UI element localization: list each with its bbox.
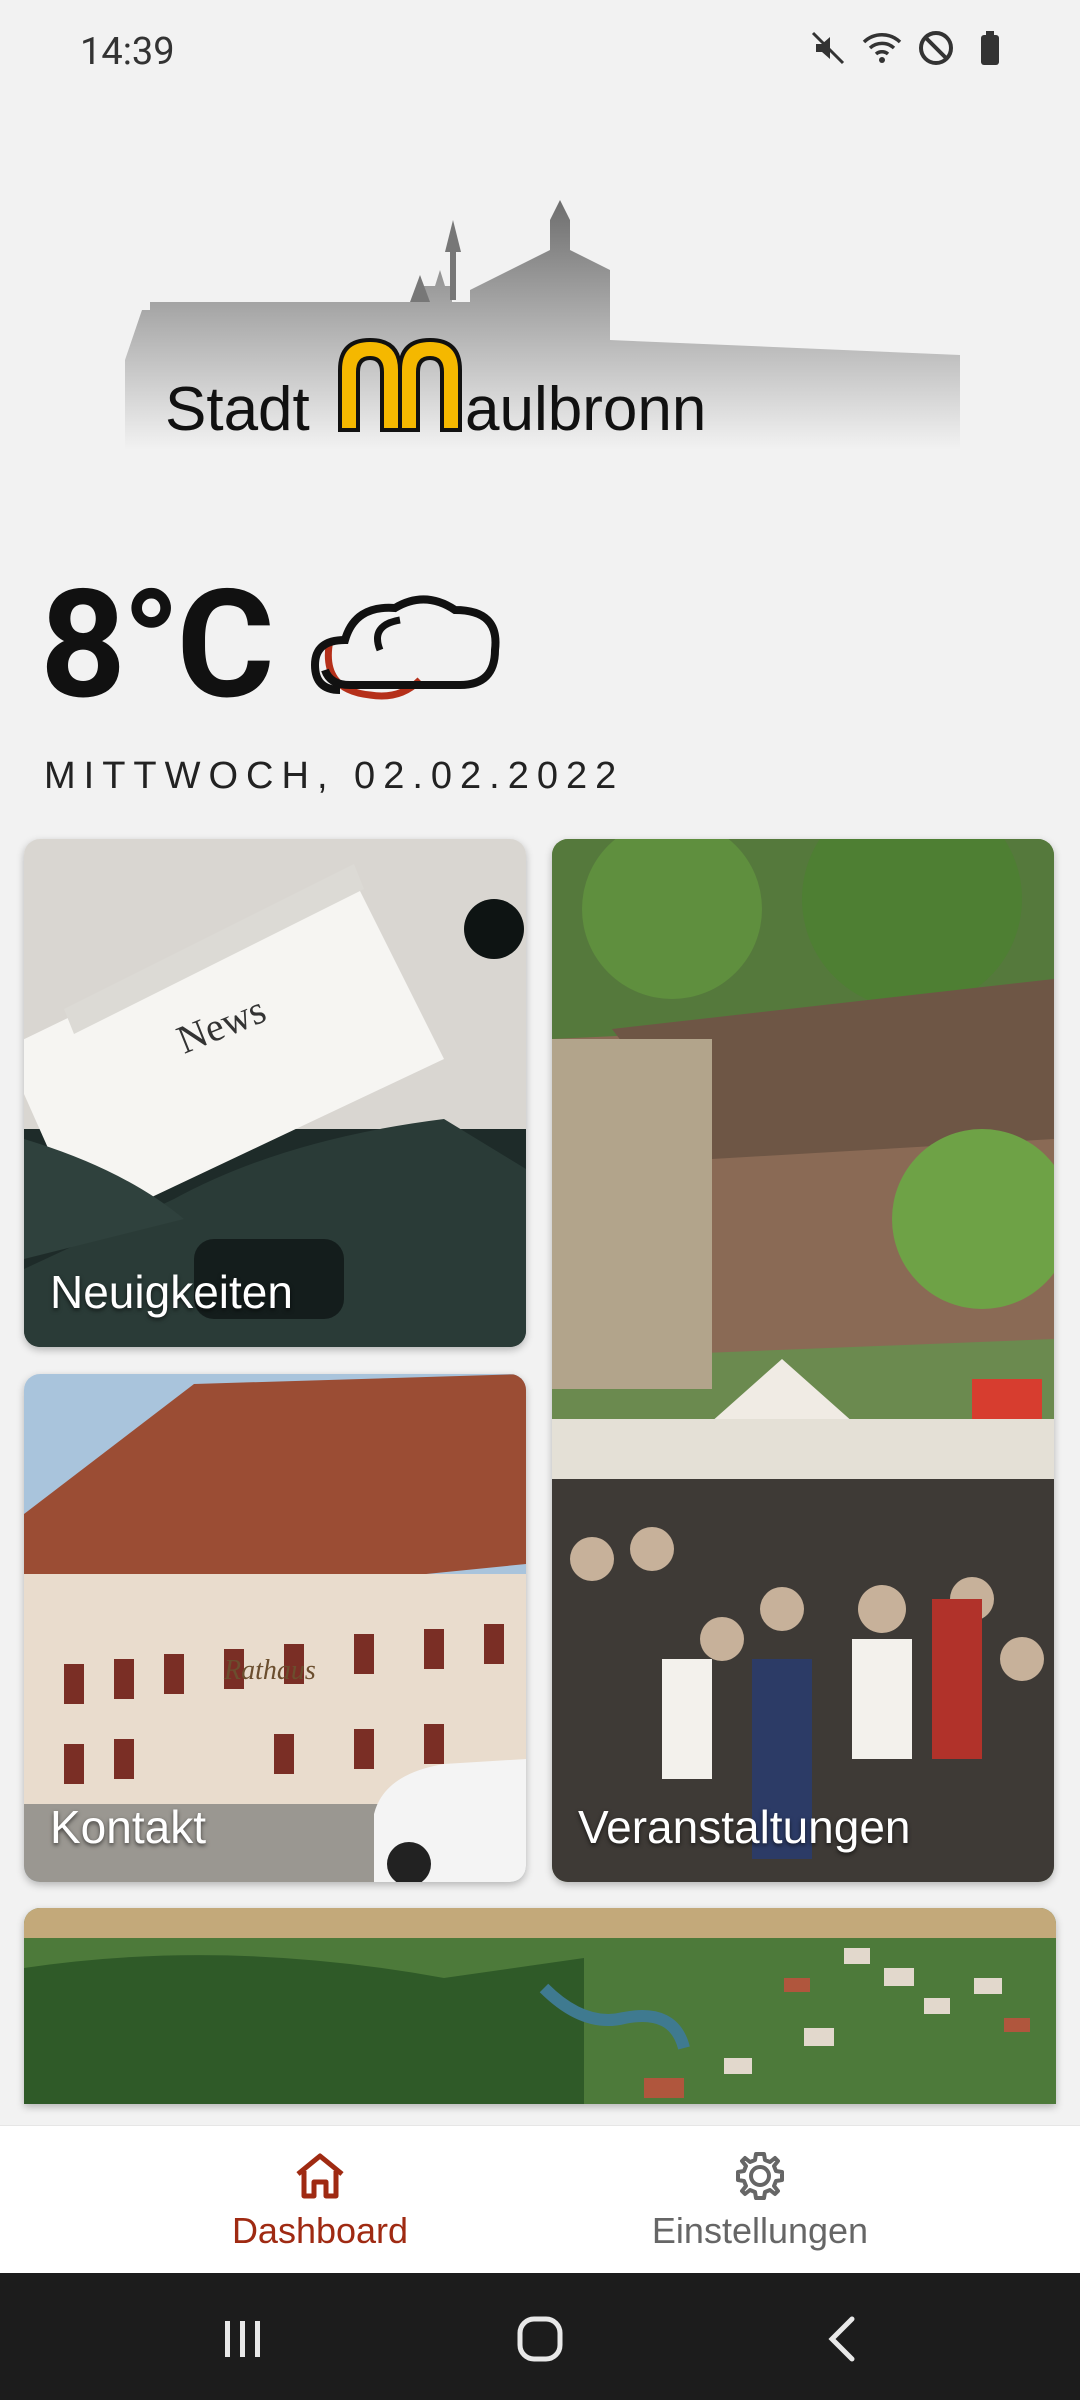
svg-text:Rathaus: Rathaus <box>223 1655 316 1686</box>
gear-icon <box>736 2152 784 2200</box>
logo-text-suffix: aulbronn <box>465 375 706 444</box>
status-time: 14:39 <box>80 30 175 74</box>
home-icon <box>296 2153 344 2199</box>
tile-label: Neuigkeiten <box>50 1266 293 1318</box>
battery-icon <box>970 28 1010 68</box>
system-navigation-bar <box>0 2273 1080 2400</box>
nav-dashboard-label: Dashboard <box>231 2210 409 2251</box>
temperature: 8°C <box>40 557 275 733</box>
weather-widget: 8°C <box>40 570 520 730</box>
medieval-festival-image <box>552 839 1054 1882</box>
recents-icon[interactable] <box>215 2311 271 2367</box>
logo-text-prefix: Stadt <box>165 375 310 444</box>
cloud-icon <box>310 595 500 700</box>
status-bar: 14:39 <box>0 0 1080 110</box>
current-date: MITTWOCH, 02.02.2022 <box>44 755 625 797</box>
home-button-icon[interactable] <box>512 2311 568 2367</box>
bottom-navigation: Dashboard Einstellungen <box>0 2125 1080 2274</box>
city-logo: Stadt aulbronn <box>120 190 960 450</box>
nav-einstellungen[interactable]: Einstellungen <box>490 2126 1030 2274</box>
back-icon[interactable] <box>816 2311 872 2367</box>
wifi-icon <box>862 28 902 68</box>
status-icons <box>808 28 1010 68</box>
nav-einstellungen-label: Einstellungen <box>651 2210 869 2251</box>
do-not-disturb-icon <box>916 28 956 68</box>
tile-veranstaltungen[interactable]: Veranstaltungen <box>552 839 1054 1882</box>
tile-neuigkeiten[interactable]: News Neuigkeiten <box>24 839 526 1347</box>
tile-kontakt[interactable]: Rathaus Kontakt <box>24 1374 526 1882</box>
tile-landscape[interactable] <box>24 1908 1056 2104</box>
tile-label: Veranstaltungen <box>578 1801 911 1853</box>
mute-icon <box>808 28 848 68</box>
tile-label: Kontakt <box>50 1801 206 1853</box>
aerial-landscape-image <box>24 1908 1056 2104</box>
